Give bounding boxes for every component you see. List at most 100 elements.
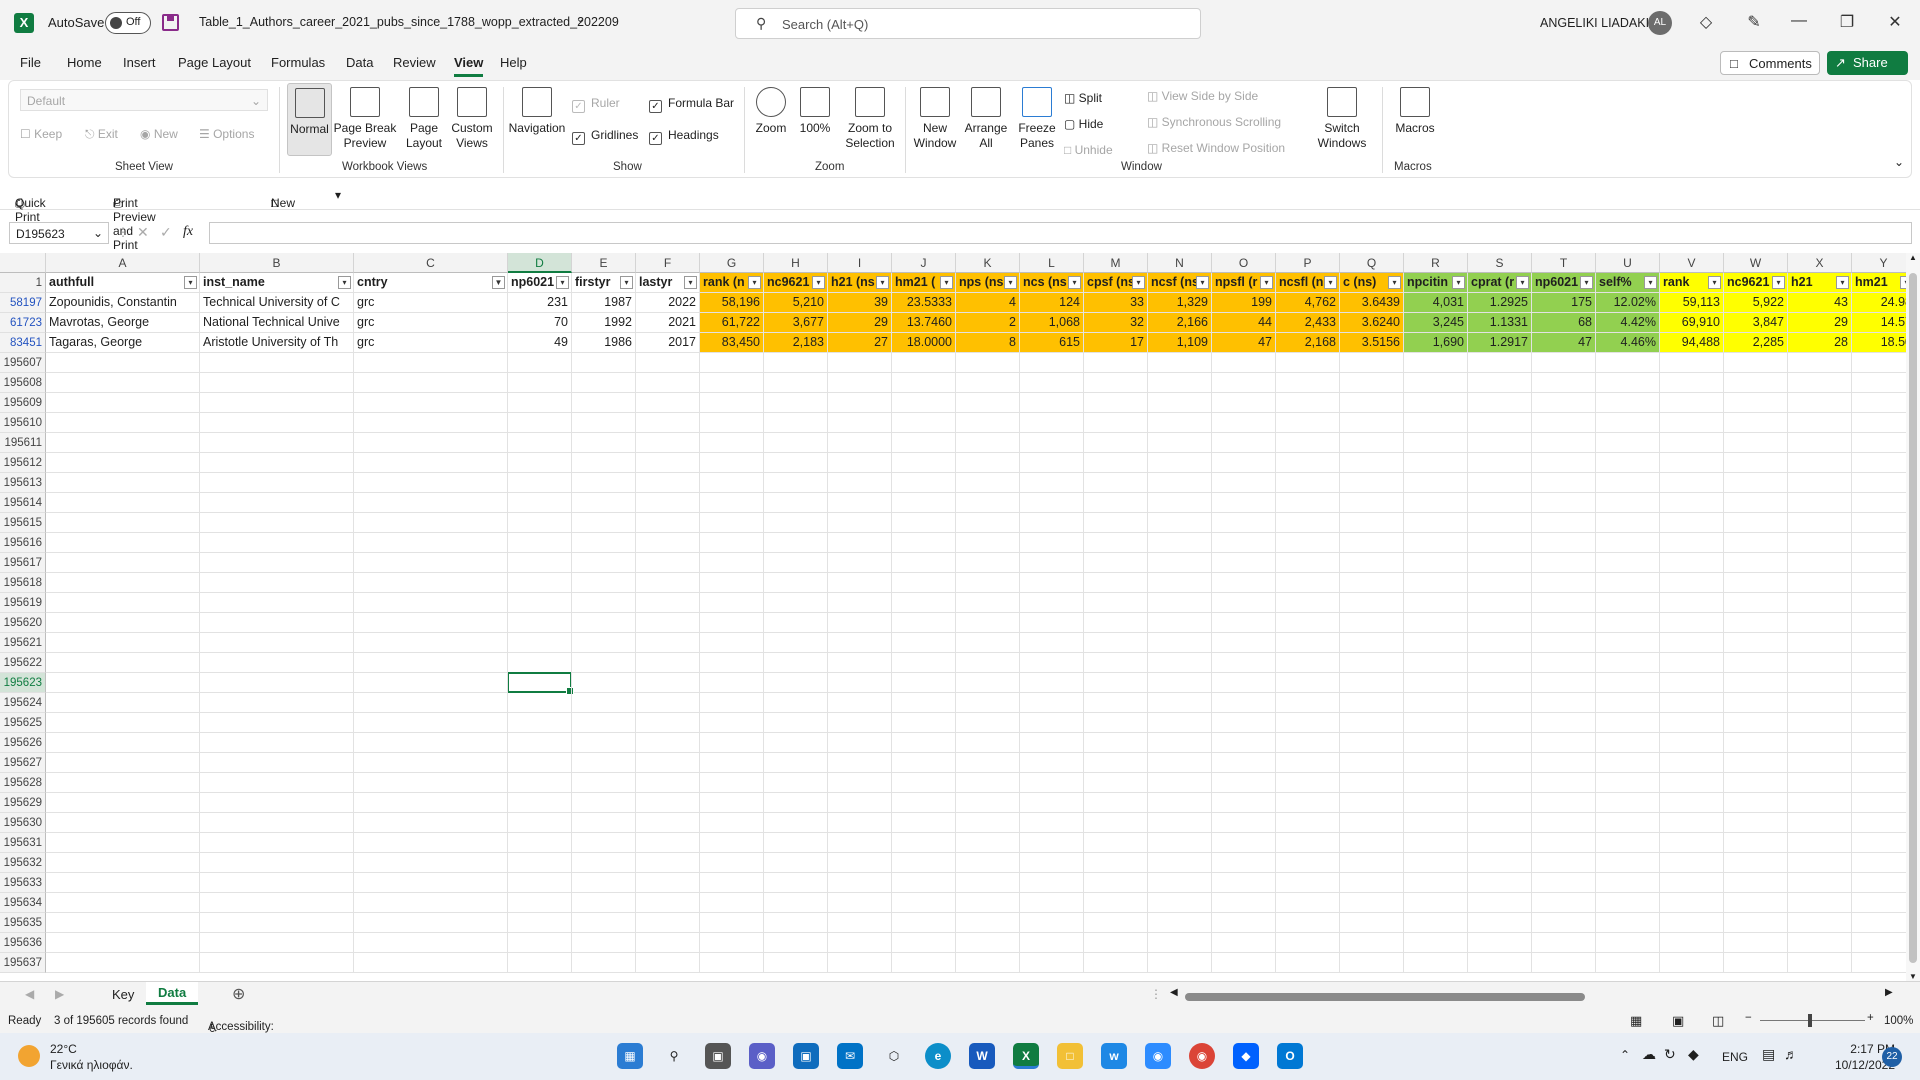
options-button[interactable]: ☰ Options (199, 127, 254, 141)
app-icon[interactable]: w (1101, 1043, 1127, 1069)
table-cell[interactable]: 2 (956, 313, 1020, 333)
filter-dropdown-icon[interactable]: ▾ (338, 276, 351, 289)
table-cell[interactable]: Aristotle University of Th (200, 333, 354, 353)
table-cell[interactable]: 3,847 (1724, 313, 1788, 333)
horizontal-scrollbar[interactable] (1185, 991, 1885, 1003)
filter-dropdown-icon[interactable]: ▾ (1516, 276, 1529, 289)
menu-home[interactable]: Home (67, 55, 102, 70)
table-cell[interactable]: 13.7460 (892, 313, 956, 333)
zoom-slider[interactable] (1760, 1014, 1865, 1027)
column-header-u[interactable]: U (1596, 253, 1660, 273)
row-header[interactable]: 195615 (0, 513, 46, 533)
column-header-y[interactable]: Y (1852, 253, 1908, 273)
row-header[interactable]: 195619 (0, 593, 46, 613)
table-cell[interactable]: 43 (1788, 293, 1852, 313)
sheet-tab-key[interactable]: Key (112, 987, 134, 1002)
table-header-cell[interactable]: cpsf (ns ▾ (1084, 273, 1148, 293)
task-view-icon[interactable]: ▣ (705, 1043, 731, 1069)
column-header-h[interactable]: H (764, 253, 828, 273)
filter-dropdown-icon[interactable]: ▾ (620, 276, 633, 289)
filter-dropdown-icon[interactable]: ▾ (1132, 276, 1145, 289)
row-header[interactable]: 195636 (0, 933, 46, 953)
column-header-r[interactable]: R (1404, 253, 1468, 273)
column-header-b[interactable]: B (200, 253, 354, 273)
table-header-cell[interactable]: ncsfl (n ▾ (1276, 273, 1340, 293)
table-header-cell[interactable]: self% ▾ (1596, 273, 1660, 293)
row-header[interactable]: 195635 (0, 913, 46, 933)
table-cell[interactable]: 2,166 (1148, 313, 1212, 333)
column-header-f[interactable]: F (636, 253, 700, 273)
filter-dropdown-icon[interactable]: ▾ (684, 276, 697, 289)
column-header-p[interactable]: P (1276, 253, 1340, 273)
sheet-view-dropdown[interactable]: Default ⌄ (20, 89, 268, 111)
table-cell[interactable]: 33 (1084, 293, 1148, 313)
row-header[interactable]: 195627 (0, 753, 46, 773)
outlook-icon[interactable]: O (1277, 1043, 1303, 1069)
table-cell[interactable]: 4.46% (1596, 333, 1660, 353)
table-cell[interactable]: 2022 (636, 293, 700, 313)
table-cell[interactable]: 2,183 (764, 333, 828, 353)
cancel-icon[interactable]: ✕ (137, 224, 149, 241)
filter-dropdown-icon[interactable]: ▾ (556, 276, 569, 289)
filter-dropdown-icon[interactable]: ▾ (812, 276, 825, 289)
table-header-cell[interactable]: hm21▾ (1852, 273, 1908, 293)
menu-view[interactable]: View (454, 55, 484, 77)
keep-button[interactable]: ☐ Keep (20, 127, 62, 141)
select-all-corner[interactable] (0, 253, 46, 273)
column-header-g[interactable]: G (700, 253, 764, 273)
row-header[interactable]: 83451 (0, 333, 46, 353)
row-header[interactable]: 195609 (0, 393, 46, 413)
formula-input[interactable] (209, 222, 1912, 244)
row-header[interactable]: 195624 (0, 693, 46, 713)
row-header[interactable]: 195610 (0, 413, 46, 433)
reset-window-button[interactable]: ◫ Reset Window Position (1147, 141, 1285, 155)
normal-view-button[interactable]: Normal (287, 83, 332, 156)
menu-help[interactable]: Help (500, 55, 527, 70)
table-cell[interactable]: 4,031 (1404, 293, 1468, 313)
new-window-button[interactable]: New Window (911, 87, 959, 151)
table-header-cell[interactable]: hm21 (▾ (892, 273, 956, 293)
mail-icon[interactable]: ✉ (837, 1043, 863, 1069)
table-cell[interactable]: 29 (828, 313, 892, 333)
table-header-cell[interactable]: rank ▾ (1660, 273, 1724, 293)
table-cell[interactable]: 1.1331 (1468, 313, 1532, 333)
table-cell[interactable]: 5,210 (764, 293, 828, 313)
cube-icon[interactable]: ⬡ (881, 1043, 907, 1069)
menu-review[interactable]: Review (393, 55, 436, 70)
exit-button[interactable]: ⎋ Exit (85, 127, 118, 142)
table-cell[interactable]: 94,488 (1660, 333, 1724, 353)
scroll-up-icon[interactable]: ▲ (1909, 253, 1917, 262)
table-cell[interactable]: 24.98 (1852, 293, 1908, 313)
macros-button[interactable]: Macros (1389, 87, 1441, 136)
column-header-w[interactable]: W (1724, 253, 1788, 273)
row-header[interactable]: 195625 (0, 713, 46, 733)
navigation-button[interactable]: Navigation (505, 87, 569, 136)
column-header-v[interactable]: V (1660, 253, 1724, 273)
table-cell[interactable]: 28 (1788, 333, 1852, 353)
page-break-status-icon[interactable]: ◫ (1712, 1013, 1724, 1029)
row-header[interactable]: 195631 (0, 833, 46, 853)
row-header[interactable]: 195637 (0, 953, 46, 973)
table-header-cell[interactable]: rank (n ▾ (700, 273, 764, 293)
file-name[interactable]: Table_1_Authors_career_2021_pubs_since_1… (199, 15, 619, 29)
table-header-cell[interactable]: h21 ▾ (1788, 273, 1852, 293)
network-icon[interactable]: ▤ (1762, 1046, 1775, 1063)
sync-icon[interactable]: ↻ (1664, 1046, 1676, 1063)
table-cell[interactable]: 32 (1084, 313, 1148, 333)
table-cell[interactable]: National Technical Unive (200, 313, 354, 333)
column-header-j[interactable]: J (892, 253, 956, 273)
table-cell[interactable]: 23.5333 (892, 293, 956, 313)
table-cell[interactable]: 58,196 (700, 293, 764, 313)
customize-qat-icon[interactable]: ▾ (335, 188, 341, 202)
tab-next-icon[interactable]: ▶ (55, 987, 64, 1001)
dropbox-icon[interactable]: ◆ (1233, 1043, 1259, 1069)
column-header-e[interactable]: E (572, 253, 636, 273)
table-header-cell[interactable]: npsfl (r ▾ (1212, 273, 1276, 293)
column-header-n[interactable]: N (1148, 253, 1212, 273)
comments-button[interactable]: □ Comments (1720, 51, 1820, 75)
row-header[interactable]: 195614 (0, 493, 46, 513)
zoom-slider-thumb[interactable] (1808, 1014, 1812, 1027)
zoom-in-icon[interactable]: + (1867, 1012, 1874, 1024)
page-layout-status-icon[interactable]: ▣ (1672, 1013, 1684, 1029)
table-cell[interactable]: 3.6439 (1340, 293, 1404, 313)
